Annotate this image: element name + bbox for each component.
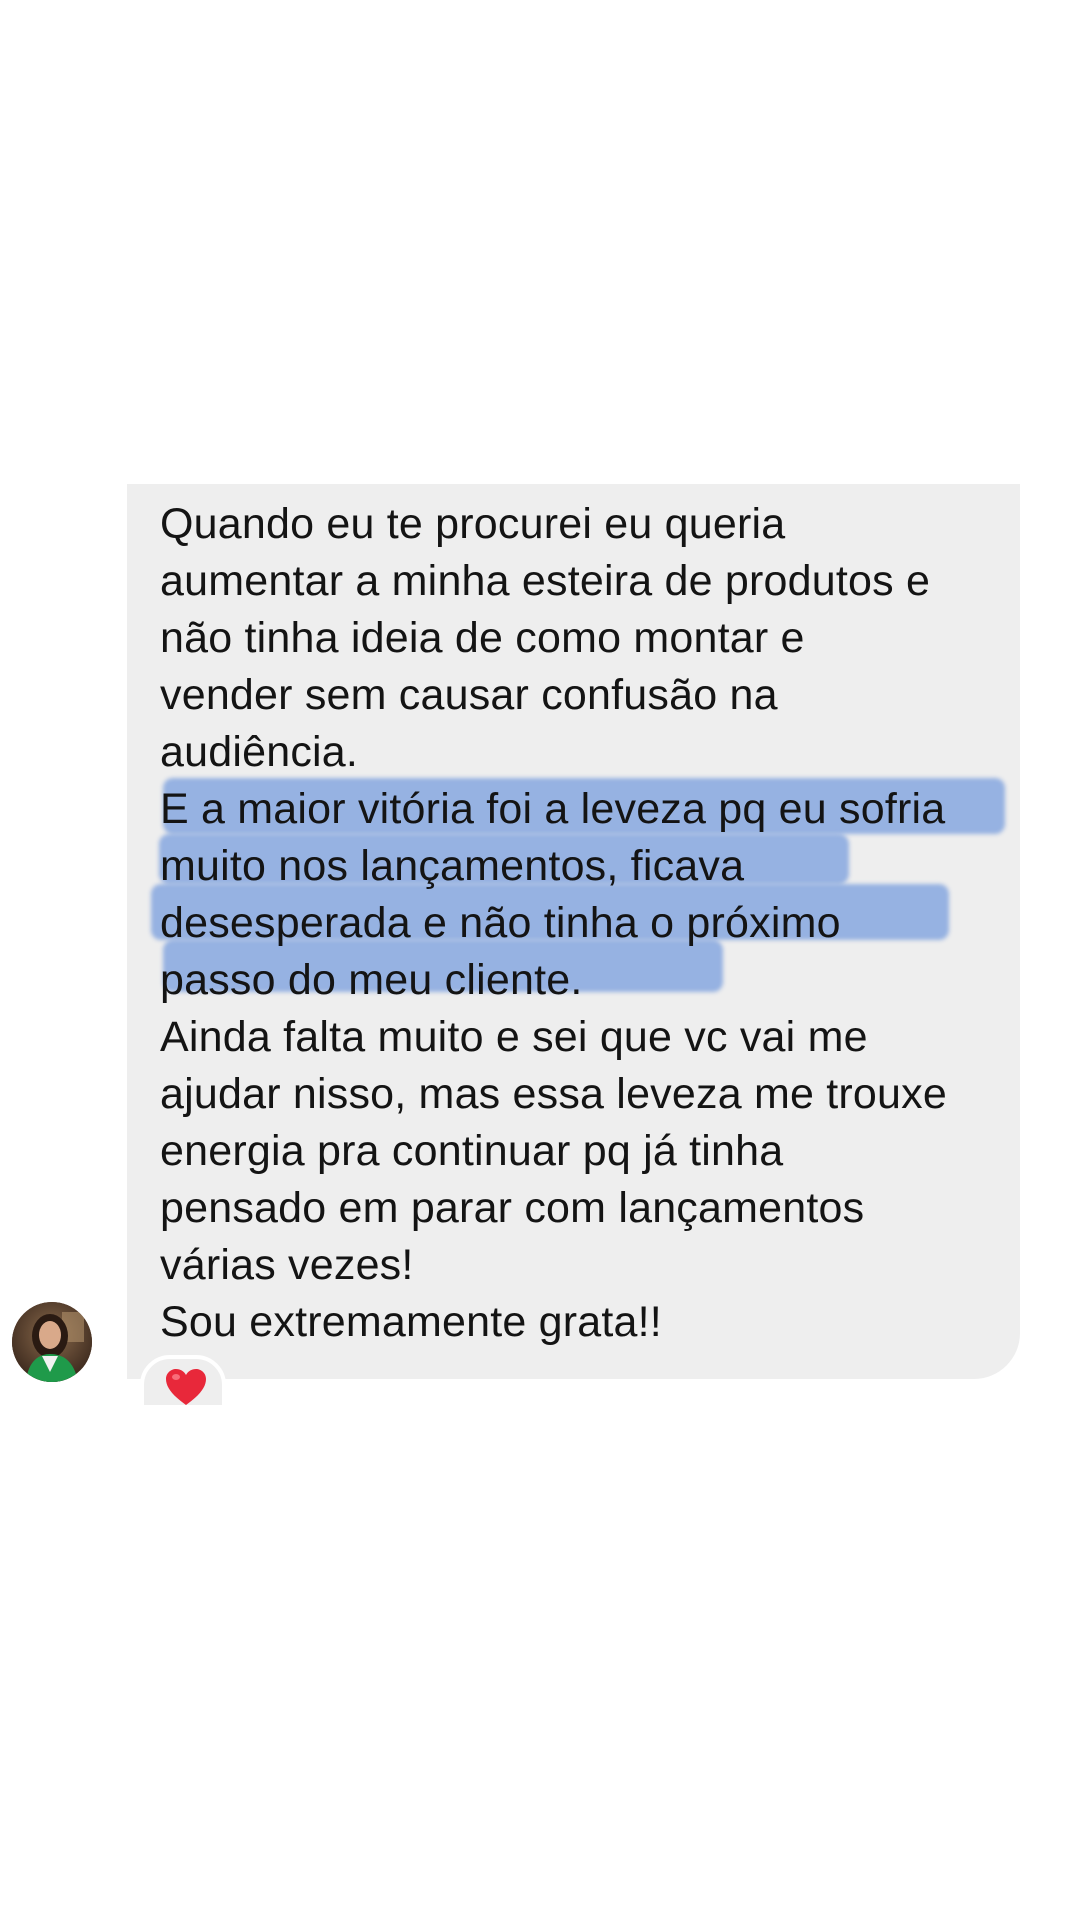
avatar-photo-icon [12,1302,92,1382]
message-line: várias vezes! [160,1241,414,1289]
heart-icon [166,1369,206,1405]
message-line: Quando eu te procurei eu queria [160,500,786,548]
message-paragraph-2: E a maior vitória foi a leveza pq eu sof… [160,781,1010,1009]
message-text: Quando eu te procurei eu queria aumentar… [160,496,1010,1351]
message-line: audiência. [160,728,359,776]
message-paragraph-1: Quando eu te procurei eu queria aumentar… [160,496,1010,781]
message-line: não tinha ideia de como montar e [160,614,805,662]
highlighted-line: E a maior vitória foi a leveza pq eu sof… [160,785,946,833]
highlighted-line: desesperada e não tinha o próximo [160,899,841,947]
message-line: energia pra continuar pq já tinha [160,1127,784,1175]
message-line: aumentar a minha esteira de produtos e [160,557,931,605]
message-line: ajudar nisso, mas essa leveza me trouxe [160,1070,947,1118]
highlighted-line: muito nos lançamentos, ficava [160,842,745,890]
highlighted-line: passo do meu cliente. [160,956,583,1004]
message-line: vender sem causar confusão na [160,671,778,719]
message-line: Sou extremamente grata!! [160,1298,662,1346]
message-bubble[interactable]: Quando eu te procurei eu queria aumentar… [127,484,1020,1379]
message-paragraph-3: Ainda falta muito e sei que vc vai me aj… [160,1009,1010,1294]
message-paragraph-4: Sou extremamente grata!! [160,1294,1010,1351]
sender-avatar[interactable] [12,1302,92,1382]
message-line: Ainda falta muito e sei que vc vai me [160,1013,868,1061]
message-line: pensado em parar com lançamentos [160,1184,865,1232]
reaction-badge[interactable] [140,1355,226,1409]
